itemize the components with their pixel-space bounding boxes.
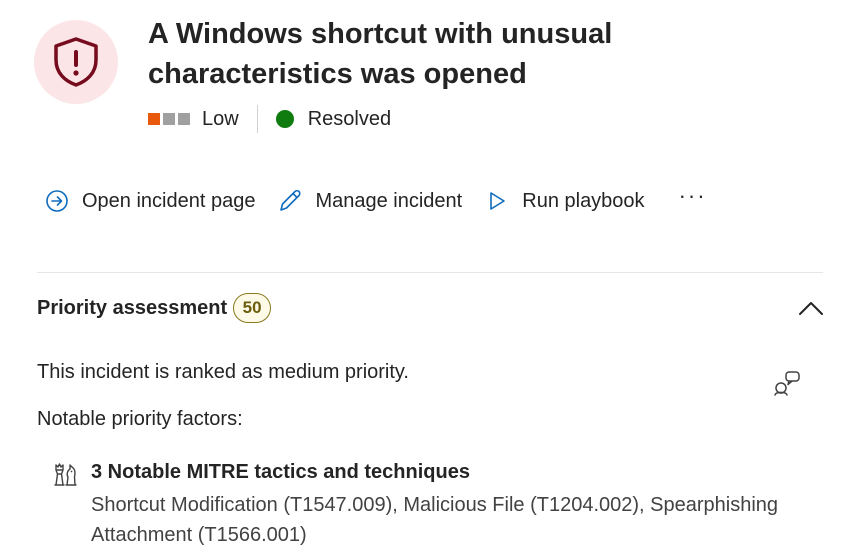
open-incident-page-button[interactable]: Open incident page <box>44 184 255 218</box>
priority-factors-heading: Notable priority factors: <box>37 408 243 430</box>
factor-title: 3 Notable MITRE tactics and techniques <box>91 461 470 483</box>
more-options-icon[interactable]: ··· <box>673 183 713 209</box>
feedback-icon[interactable] <box>772 368 802 398</box>
manage-incident-button[interactable]: Manage incident <box>277 184 462 218</box>
pencil-icon <box>277 188 303 214</box>
run-playbook-button[interactable]: Run playbook <box>484 184 645 218</box>
run-playbook-label: Run playbook <box>522 189 645 212</box>
shield-alert-icon <box>54 37 98 87</box>
severity-bar <box>148 113 160 125</box>
severity-indicator-icon <box>148 113 190 125</box>
alert-title: A Windows shortcut with unusual characte… <box>148 18 613 90</box>
severity-bar <box>163 113 175 125</box>
priority-ranking-text: This incident is ranked as medium priori… <box>37 361 409 383</box>
action-toolbar: Open incident page Manage incident Run p… <box>44 183 713 218</box>
alert-severity-badge <box>34 20 118 104</box>
severity-label: Low <box>202 107 239 130</box>
alert-status-row: Low Resolved <box>148 104 391 134</box>
chess-pieces-icon <box>51 460 79 488</box>
priority-assessment-title: Priority assessment <box>37 296 228 319</box>
open-incident-page-label: Open incident page <box>82 189 256 212</box>
chevron-up-icon[interactable] <box>797 294 825 322</box>
factor-description: Shortcut Modification (T1547.009), Malic… <box>91 494 779 546</box>
status-dot-icon <box>275 110 294 128</box>
priority-assessment-header[interactable]: Priority assessment 50 <box>37 291 825 325</box>
status-label: Resolved <box>307 107 392 130</box>
manage-incident-label: Manage incident <box>315 189 463 212</box>
divider <box>256 105 258 133</box>
priority-score-badge: 50 <box>233 293 272 323</box>
arrow-circle-right-icon <box>44 188 70 214</box>
section-divider <box>37 272 823 273</box>
severity-bar <box>178 113 190 125</box>
play-icon <box>484 188 510 214</box>
